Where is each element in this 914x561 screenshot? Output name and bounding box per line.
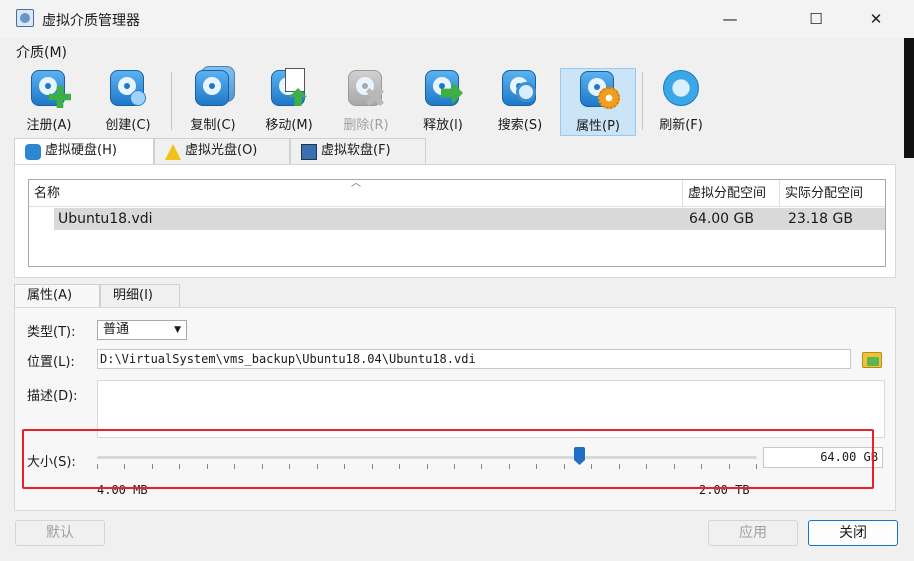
- create-disk-icon: [108, 70, 148, 110]
- menu-bar: 介质(M): [0, 38, 914, 64]
- toolbar-create-button[interactable]: 创建(C): [97, 68, 159, 136]
- toolbar-properties-button[interactable]: 属性(P): [560, 68, 636, 136]
- toolbar-search-button[interactable]: 搜索(S): [489, 68, 551, 136]
- floppy-disk-icon: [301, 144, 317, 160]
- description-label: 描述(D):: [27, 389, 78, 404]
- folder-open-icon[interactable]: [861, 348, 883, 370]
- tab-hard-disks[interactable]: 虚拟硬盘(H): [14, 138, 154, 165]
- location-field[interactable]: D:\VirtualSystem\vms_backup\Ubuntu18.04\…: [97, 349, 851, 369]
- maximize-button[interactable]: ☐: [793, 0, 839, 38]
- close-button[interactable]: 关闭: [808, 520, 898, 546]
- table-row[interactable]: Ubuntu18.vdi 64.00 GB 23.18 GB: [54, 208, 885, 230]
- media-manager-window: 虚拟介质管理器 — ☐ ✕ 介质(M) 注册(A) 创建(C) 复制(C) 移动…: [0, 0, 914, 561]
- toolbar: 注册(A) 创建(C) 复制(C) 移动(M) 删除(R) 释放(l) 搜索(S…: [0, 66, 914, 136]
- release-disk-icon: [423, 70, 463, 110]
- sort-arrow-icon: ︿: [351, 178, 361, 189]
- copy-disk-icon: [193, 66, 235, 110]
- type-select[interactable]: 普通 ▼: [97, 320, 187, 340]
- media-list[interactable]: 名称 ︿ 虚拟分配空间 实际分配空间 Ubuntu18.vdi 64.00 GB…: [28, 178, 886, 267]
- media-list-panel: 名称 ︿ 虚拟分配空间 实际分配空间 Ubuntu18.vdi 64.00 GB…: [14, 164, 896, 278]
- menu-medium[interactable]: 介质(M): [16, 42, 67, 62]
- toolbar-separator: [171, 72, 172, 130]
- toolbar-copy-button[interactable]: 复制(C): [182, 66, 244, 136]
- move-disk-icon: [269, 68, 309, 110]
- properties-disk-icon: [578, 71, 620, 111]
- reset-button[interactable]: 默认: [15, 520, 105, 546]
- refresh-icon: [661, 70, 701, 110]
- toolbar-release-button[interactable]: 释放(l): [412, 68, 474, 136]
- detail-tabs: 属性(A) 明细(I): [14, 284, 894, 308]
- delete-disk-icon: [346, 70, 386, 110]
- location-label: 位置(L):: [27, 355, 75, 370]
- list-header: 名称 ︿ 虚拟分配空间 实际分配空间: [29, 178, 885, 207]
- app-icon: [16, 9, 34, 27]
- toolbar-separator: [642, 72, 643, 130]
- close-window-button[interactable]: ✕: [853, 0, 899, 38]
- warning-icon: [165, 144, 181, 160]
- register-disk-icon: [29, 70, 71, 110]
- highlight-annotation-box: [22, 429, 874, 489]
- tab-information[interactable]: 明细(I): [100, 284, 180, 307]
- type-label: 类型(T):: [27, 325, 76, 340]
- media-type-tabs: 虚拟硬盘(H) 虚拟光盘(O) 虚拟软盘(F): [14, 138, 894, 165]
- hard-disk-icon: [25, 144, 41, 160]
- title-bar[interactable]: 虚拟介质管理器 — ☐ ✕: [0, 0, 914, 38]
- row-virtual-size: 64.00 GB: [689, 211, 754, 227]
- search-disk-icon: [500, 70, 540, 110]
- dropdown-arrow-icon: ▼: [174, 325, 181, 335]
- tab-attributes[interactable]: 属性(A): [14, 284, 100, 308]
- window-title: 虚拟介质管理器: [42, 13, 140, 29]
- row-actual-size: 23.18 GB: [788, 211, 853, 227]
- tab-floppy-disks[interactable]: 虚拟软盘(F): [290, 138, 426, 164]
- column-header-virtual-size[interactable]: 虚拟分配空间: [683, 180, 779, 207]
- toolbar-refresh-button[interactable]: 刷新(F): [650, 68, 712, 136]
- tab-optical-disks[interactable]: 虚拟光盘(O): [154, 138, 290, 164]
- column-header-actual-size[interactable]: 实际分配空间: [780, 180, 885, 207]
- toolbar-move-button[interactable]: 移动(M): [258, 68, 320, 136]
- toolbar-delete-button[interactable]: 删除(R): [335, 68, 397, 136]
- apply-button[interactable]: 应用: [708, 520, 798, 546]
- row-name: Ubuntu18.vdi: [58, 211, 153, 227]
- toolbar-register-button[interactable]: 注册(A): [20, 68, 78, 136]
- minimize-button[interactable]: —: [707, 0, 753, 38]
